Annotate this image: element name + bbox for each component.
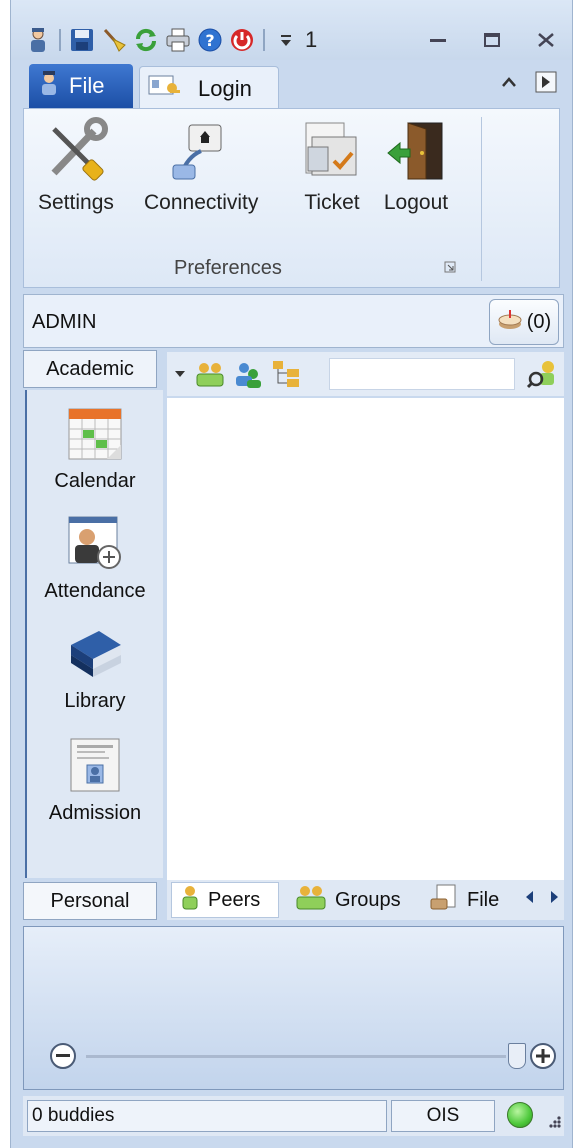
logout-button[interactable]: Logout — [380, 115, 452, 215]
notification-count: (0) — [526, 310, 552, 333]
save-icon[interactable] — [69, 27, 95, 53]
group-icon[interactable] — [195, 359, 225, 389]
network-icon — [165, 115, 237, 187]
status-bar: 0 buddies OIS — [23, 1096, 564, 1136]
pin-icon[interactable] — [534, 70, 558, 99]
contact-list[interactable] — [167, 398, 564, 880]
buddies-status: 0 buddies — [27, 1100, 387, 1132]
books-icon — [64, 622, 126, 684]
settings-label: Settings — [38, 191, 114, 214]
ribbon-group-separator — [481, 117, 482, 281]
login-tab-label: Login — [198, 75, 252, 101]
library-label: Library — [64, 690, 126, 712]
customize-qat-icon[interactable] — [273, 27, 299, 53]
svg-text:?: ? — [205, 31, 214, 50]
toolbar-separator — [263, 29, 265, 51]
contacts-toolbar — [167, 352, 564, 396]
dropdown-arrow-icon[interactable] — [173, 359, 187, 389]
app-window: ? 1 File Login Settings Connectivity Tic… — [10, 0, 573, 1148]
file-icon — [429, 883, 459, 917]
settings-button[interactable]: Settings — [38, 115, 114, 215]
admission-form-icon — [64, 734, 126, 796]
door-exit-icon — [380, 115, 452, 187]
print-icon[interactable] — [165, 27, 191, 53]
ribbon-controls — [500, 70, 558, 99]
attendance-label: Attendance — [44, 580, 146, 602]
minimize-icon[interactable] — [418, 26, 458, 54]
toolbar-separator — [59, 29, 61, 51]
detail-pane — [23, 926, 564, 1090]
tree-view-icon[interactable] — [271, 359, 301, 389]
tab-peers[interactable]: Peers — [171, 882, 279, 918]
ticket-icon — [296, 115, 368, 187]
power-icon[interactable] — [229, 27, 255, 53]
group-icon — [295, 884, 327, 916]
cake-icon — [497, 308, 523, 336]
zoom-in-icon[interactable] — [530, 1043, 556, 1069]
wrench-screwdriver-icon — [40, 115, 112, 187]
close-icon[interactable] — [526, 26, 566, 54]
nav-item-admission[interactable]: Admission — [27, 734, 163, 825]
person-icon — [180, 884, 200, 916]
server-status: OIS — [391, 1100, 495, 1132]
notification-count-button[interactable]: (0) — [489, 299, 559, 345]
ribbon-panel: Settings Connectivity Ticket Logout Pref… — [23, 108, 560, 288]
contacts-pane: Peers Groups File — [167, 352, 564, 920]
zoom-slider[interactable] — [50, 1039, 556, 1079]
ticket-label: Ticket — [304, 191, 360, 214]
navigation-pane: Academic Calendar Attendance Library Adm… — [23, 350, 169, 920]
file-tab[interactable]: File — [29, 64, 133, 108]
ribbon-tab-row: File Login — [11, 60, 572, 110]
file-tab-label: File — [69, 73, 105, 98]
broom-icon[interactable] — [101, 27, 127, 53]
nav-item-list: Calendar Attendance Library Admission — [25, 390, 163, 901]
nav-item-calendar[interactable]: Calendar — [27, 402, 163, 493]
user-icon — [37, 70, 61, 102]
scroll-left-icon[interactable] — [524, 890, 534, 907]
refresh-icon[interactable] — [133, 27, 159, 53]
search-input[interactable] — [329, 358, 515, 390]
presence-indicator-icon[interactable] — [507, 1102, 533, 1128]
resize-grip-icon[interactable] — [546, 1115, 562, 1132]
nav-section-academic[interactable]: Academic — [23, 350, 157, 388]
login-card-icon — [148, 74, 182, 104]
admission-label: Admission — [48, 802, 142, 824]
nav-section-personal[interactable]: Personal — [23, 882, 157, 920]
window-controls — [418, 26, 566, 54]
admin-bar: ADMIN (0) — [23, 294, 564, 348]
zoom-track[interactable] — [86, 1055, 506, 1058]
admin-label: ADMIN — [32, 311, 97, 333]
quick-access-toolbar: ? 1 — [25, 24, 317, 56]
calendar-icon — [64, 402, 126, 464]
dialog-launcher-icon[interactable] — [444, 261, 456, 276]
attendance-icon — [64, 512, 126, 574]
connectivity-button[interactable]: Connectivity — [144, 115, 258, 215]
calendar-label: Calendar — [54, 470, 136, 492]
file-label: File — [467, 888, 500, 911]
groups-label: Groups — [335, 888, 401, 911]
tab-scroll-controls — [524, 890, 560, 907]
contact-tabs: Peers Groups File — [167, 880, 564, 920]
peers-label: Peers — [208, 888, 261, 911]
help-icon[interactable]: ? — [197, 27, 223, 53]
nav-item-library[interactable]: Library — [27, 622, 163, 713]
ticket-button[interactable]: Ticket — [296, 115, 368, 215]
logout-label: Logout — [383, 191, 449, 214]
tab-groups[interactable]: Groups — [287, 882, 413, 918]
add-contact-icon[interactable] — [233, 359, 263, 389]
tab-file[interactable]: File — [421, 882, 511, 918]
connectivity-label: Connectivity — [144, 191, 259, 214]
user-icon[interactable] — [25, 27, 51, 53]
maximize-icon[interactable] — [472, 26, 512, 54]
collapse-ribbon-icon[interactable] — [500, 75, 518, 94]
tab-login[interactable]: Login — [139, 66, 279, 110]
qat-number: 1 — [305, 27, 318, 52]
zoom-out-icon[interactable] — [50, 1043, 76, 1069]
ribbon-group-label: Preferences — [174, 257, 282, 279]
zoom-thumb[interactable] — [508, 1043, 526, 1069]
search-contact-icon[interactable] — [524, 358, 558, 390]
title-bar: ? 1 — [11, 0, 572, 60]
scroll-right-icon[interactable] — [550, 890, 560, 907]
nav-item-attendance[interactable]: Attendance — [27, 512, 163, 603]
